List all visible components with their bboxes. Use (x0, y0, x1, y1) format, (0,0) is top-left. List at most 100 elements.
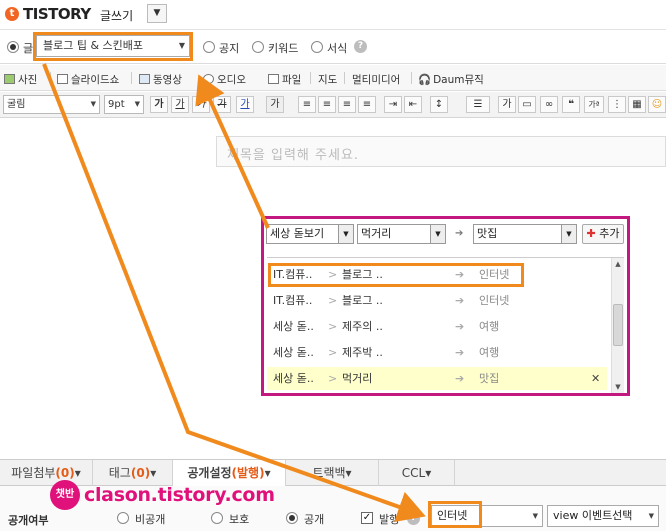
table-icon: ▦ (632, 99, 642, 110)
insert-video-button[interactable]: 동영상 (139, 72, 182, 87)
link-button[interactable]: ∞ (540, 96, 558, 113)
font-color-button[interactable]: 가 (236, 96, 254, 113)
radio-protected-label: 보호 (229, 513, 250, 526)
insert-photo-button[interactable]: 사진 (4, 72, 37, 87)
insert-audio-button[interactable]: 오디오 (203, 72, 246, 87)
divider (411, 72, 412, 84)
tab-publish-settings[interactable]: 공개설정(발행)▾ (173, 460, 286, 487)
list-icon: ☰ (473, 99, 483, 110)
title-input[interactable]: 제목을 입력해 주세요. (216, 136, 666, 167)
help-icon[interactable]: ? (407, 512, 420, 525)
media-toolbar: 사진 슬라이드쇼 동영상 오디오 파일 지도 멀티미디어 🎧 Daum뮤직 (0, 65, 666, 91)
divider (131, 72, 132, 84)
insert-slideshow-button[interactable]: 슬라이드쇼 (57, 72, 119, 87)
chevron-down-icon: ▼ (648, 512, 654, 520)
radio-private-label: 비공개 (135, 513, 166, 526)
scrollbar[interactable]: ▲ ▼ (611, 258, 624, 393)
table-button[interactable]: ▦ (628, 96, 646, 113)
chevron-right-icon: > (328, 372, 338, 385)
tistory-editor: t TISTORY 글쓰기 ▼ 글 블로그 팁 & 스킨배포 ▼ 공지 키워드 … (0, 0, 666, 531)
font-family-select[interactable]: 굴림 ▼ (3, 95, 100, 114)
bold-button[interactable]: 가 (150, 96, 168, 113)
tab-attachments[interactable]: 파일첨부(0)▾ (0, 460, 93, 486)
event-select[interactable]: view 이벤트선택 ▼ (547, 505, 659, 527)
divider (344, 72, 345, 84)
radio-public[interactable] (286, 512, 298, 524)
align-right-button[interactable]: ≡ (338, 96, 356, 113)
scrollbar-thumb[interactable] (613, 304, 623, 346)
slideshow-icon (57, 74, 68, 84)
radio-private[interactable] (117, 512, 129, 524)
tab-ccl[interactable]: CCL▾ (379, 460, 455, 486)
tistory-logo-icon: t (5, 7, 19, 21)
help-icon[interactable]: ? (354, 40, 367, 53)
list-button[interactable]: ☰ (466, 96, 490, 113)
radio-keyword[interactable] (252, 41, 264, 53)
arrow-right-icon: ➔ (455, 372, 465, 385)
panel-select-3[interactable]: 맛집 ▼ (473, 224, 577, 244)
tab-trackback[interactable]: 트랙백▾ (286, 460, 379, 486)
more-icon: ⋮ (612, 99, 622, 110)
tab-tags[interactable]: 태그(0)▾ (93, 460, 173, 486)
list-item[interactable]: IT.컴퓨.. > 블로그 .. ➔ 인터넷 (267, 289, 607, 312)
insert-daum-music-button[interactable]: 🎧 Daum뮤직 (418, 72, 484, 87)
radio-notice[interactable] (203, 41, 215, 53)
underline-button[interactable]: 가 (171, 96, 189, 113)
chevron-down-icon: ▼ (338, 225, 353, 243)
panel-select-1[interactable]: 세상 돋보기 ▼ (266, 224, 354, 244)
font-size-select[interactable]: 9pt ▼ (104, 95, 144, 114)
radio-post[interactable] (7, 41, 19, 53)
special-char-button[interactable]: 가ª (584, 96, 604, 113)
video-icon (139, 74, 150, 84)
file-icon (268, 74, 279, 84)
highlight-color-button[interactable]: 가 (266, 96, 284, 113)
indent-button[interactable]: ⇥ (384, 96, 402, 113)
publish-label: 발행 (379, 513, 400, 526)
highlight-box-first-row (268, 263, 524, 287)
add-button[interactable]: ✚ 추가 (582, 224, 624, 244)
radio-protected[interactable] (211, 512, 223, 524)
photo-icon (4, 74, 15, 84)
tistory-logo[interactable]: TISTORY (23, 5, 91, 23)
radio-template[interactable] (311, 41, 323, 53)
align-left-icon: ≡ (302, 99, 312, 110)
publish-checkbox[interactable]: ✓ (361, 512, 373, 524)
quote-button[interactable]: ❝ (562, 96, 580, 113)
strikethrough-button[interactable]: 가 (213, 96, 231, 113)
outdent-icon: ⇤ (408, 99, 418, 110)
divider-line-button[interactable]: ▭ (518, 96, 536, 113)
arrow-right-icon: ➔ (455, 346, 465, 359)
highlight-box-publish-category (428, 501, 482, 528)
list-item-selected[interactable]: 세상 돋.. > 먹거리 ➔ 맛집 ✕ (267, 367, 607, 390)
outdent-button[interactable]: ⇤ (404, 96, 422, 113)
headphones-icon: 🎧 (418, 74, 432, 86)
line-height-button[interactable]: ↕ (430, 96, 448, 113)
align-justify-icon: ≡ (362, 99, 372, 110)
top-bar: t TISTORY 글쓰기 ▼ (0, 0, 666, 30)
emoticon-button[interactable]: ☺ (648, 96, 666, 113)
radio-post-label: 글 (23, 42, 34, 55)
more-button[interactable]: ⋮ (608, 96, 626, 113)
list-item[interactable]: 세상 돋.. > 제주의 .. ➔ 여행 (267, 315, 607, 338)
scroll-up-icon[interactable]: ▲ (612, 258, 624, 270)
insert-multimedia-button[interactable]: 멀티미디어 (352, 72, 400, 87)
panel-select-2[interactable]: 먹거리 ▼ (357, 224, 446, 244)
align-justify-button[interactable]: ≡ (358, 96, 376, 113)
italic-button[interactable]: 가 (192, 96, 210, 113)
chevron-down-icon: ▼ (134, 100, 140, 108)
audio-icon (203, 74, 214, 84)
smiley-icon: ☺ (651, 99, 663, 110)
text-box-button[interactable]: 가 (498, 96, 516, 113)
post-type-row: 글 블로그 팁 & 스킨배포 ▼ 공지 키워드 서식 ? (0, 30, 666, 64)
align-center-button[interactable]: ≡ (318, 96, 336, 113)
insert-map-button[interactable]: 지도 (318, 72, 337, 87)
remove-icon[interactable]: ✕ (591, 367, 600, 390)
visibility-label: 공개여부 (8, 514, 49, 527)
menu-dropdown-button[interactable]: ▼ (147, 4, 167, 23)
scroll-down-icon[interactable]: ▼ (612, 381, 624, 393)
align-left-button[interactable]: ≡ (298, 96, 316, 113)
insert-file-button[interactable]: 파일 (268, 72, 301, 87)
plus-icon: ✚ (586, 227, 596, 240)
list-item[interactable]: 세상 돋.. > 제주박 .. ➔ 여행 (267, 341, 607, 364)
page-title: 글쓰기 (100, 9, 134, 23)
